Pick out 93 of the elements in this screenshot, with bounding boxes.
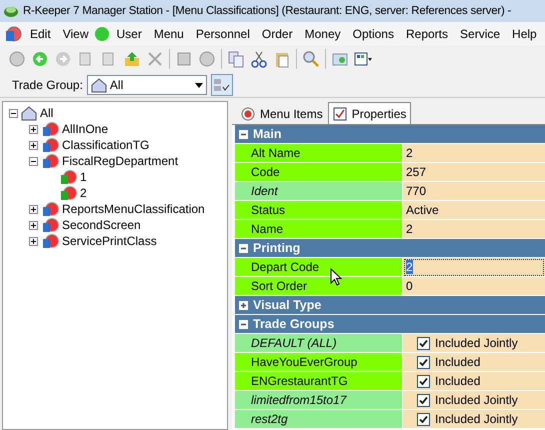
expand-toggle[interactable] — [29, 124, 38, 134]
menu-item[interactable]: Edit — [24, 26, 57, 40]
property-name: Alt Name — [235, 144, 403, 163]
property-value[interactable]: 0 — [403, 277, 545, 296]
property-name: Status — [235, 201, 403, 220]
menu-item[interactable]: Money — [298, 26, 347, 40]
check-label: Included Jointly — [435, 393, 518, 407]
checkbox[interactable] — [417, 394, 430, 406]
checkbox[interactable] — [417, 412, 430, 426]
tab[interactable]: Properties — [328, 102, 412, 124]
expand-icon — [239, 300, 248, 310]
menu-item[interactable]: Personnel — [190, 26, 256, 40]
collapse-icon — [239, 130, 248, 138]
group-header[interactable]: Visual Type — [235, 296, 545, 315]
property-name: DEFAULT (ALL) — [235, 334, 403, 353]
check-label: Included — [435, 374, 480, 388]
property-name: Name — [235, 220, 403, 239]
classification-icon — [59, 185, 77, 201]
tree-item[interactable]: SecondScreen — [62, 218, 141, 232]
tree-item[interactable]: ReportsMenuClassification — [62, 202, 205, 216]
check-label: Included Jointly — [435, 412, 518, 426]
window-title: R-Keeper 7 Manager Station - [Menu Classifications] (Restaurant: ENG, server: References server) - — [23, 5, 512, 17]
filter-button[interactable] — [210, 74, 233, 96]
caret-icon — [194, 82, 203, 88]
dish-icon — [241, 107, 255, 121]
trade-group-dropdown[interactable]: All — [86, 75, 207, 95]
property-name: Code — [235, 163, 403, 182]
group-header[interactable]: Printing — [235, 239, 545, 258]
classification-icon — [41, 153, 59, 169]
checkbox[interactable] — [417, 374, 430, 388]
property-value[interactable]: Active — [403, 201, 545, 220]
classification-icon — [59, 169, 77, 185]
property-value[interactable]: 770 — [403, 182, 545, 201]
house-icon — [90, 77, 107, 93]
mouse-pointer-icon — [330, 268, 342, 286]
checklist-icon — [332, 106, 347, 120]
expand-toggle[interactable] — [29, 236, 38, 246]
classification-icon — [41, 217, 59, 233]
expand-toggle[interactable] — [29, 204, 38, 214]
search-icon[interactable] — [302, 50, 320, 68]
menu-item[interactable]: Help — [506, 26, 543, 40]
property-value[interactable]: 2 — [403, 220, 545, 239]
menu-item[interactable]: Order — [256, 26, 299, 40]
property-name: HaveYouEverGroup — [235, 353, 403, 372]
property-value[interactable]: 2 — [403, 144, 545, 163]
property-name: Ident — [235, 182, 403, 201]
paste-icon[interactable] — [273, 50, 291, 68]
tree-item[interactable]: ClassificationTG — [62, 138, 150, 152]
group-header[interactable]: Main — [235, 125, 545, 144]
menu-item[interactable]: Options — [346, 26, 400, 40]
tree-item[interactable]: All — [40, 106, 54, 120]
classification-icon — [41, 137, 59, 153]
tab[interactable]: Menu Items — [236, 104, 328, 124]
classification-icon — [41, 121, 59, 137]
menu-item[interactable]: Service — [454, 26, 506, 40]
house-icon — [21, 105, 37, 121]
checkbox[interactable] — [417, 336, 430, 350]
expand-toggle[interactable] — [29, 140, 38, 150]
tree-item[interactable]: 1 — [80, 170, 87, 184]
trade-group-label: Trade Group: — [12, 78, 83, 92]
app-menu-icon[interactable] — [4, 24, 22, 42]
menu-item[interactable]: Reports — [400, 26, 454, 40]
cut-icon[interactable] — [250, 50, 268, 68]
tree-item[interactable]: AllInOne — [62, 122, 108, 136]
menu-item[interactable]: Menu — [148, 26, 190, 40]
property-value[interactable]: 257 — [403, 163, 545, 182]
collapse-icon — [239, 320, 248, 328]
classification-icon — [41, 201, 59, 217]
classification-icon — [41, 233, 59, 249]
check-label: Included Jointly — [435, 336, 518, 350]
expand-toggle[interactable] — [29, 220, 38, 230]
property-name: Depart Code — [235, 258, 403, 277]
check-label: Included — [435, 355, 480, 369]
property-name: Sort Order — [235, 277, 403, 296]
tree-item[interactable]: ServicePrintClass — [62, 234, 157, 248]
collapse-toggle[interactable] — [9, 108, 18, 118]
menu-item[interactable]: User — [110, 26, 148, 40]
status-dot-icon — [94, 26, 110, 42]
copy-icon[interactable] — [227, 50, 245, 68]
tree-item[interactable]: 2 — [80, 186, 87, 200]
app-logo-icon — [3, 4, 19, 18]
property-value[interactable]: 2 — [403, 258, 545, 277]
property-name: ENGrestaurantTG — [235, 372, 403, 391]
checkbox[interactable] — [417, 356, 430, 368]
expand-toggle[interactable] — [29, 156, 38, 166]
property-name: rest2tg — [235, 410, 403, 429]
property-name: limitedfrom15to17 — [235, 391, 403, 410]
upload-icon[interactable] — [123, 50, 141, 68]
group-header[interactable]: Trade Groups — [235, 315, 545, 334]
collapse-icon — [239, 244, 248, 252]
tree-item[interactable]: FiscalRegDepartment — [62, 154, 178, 168]
menu-item[interactable]: View — [56, 26, 94, 40]
grid-icon[interactable] — [354, 50, 372, 68]
